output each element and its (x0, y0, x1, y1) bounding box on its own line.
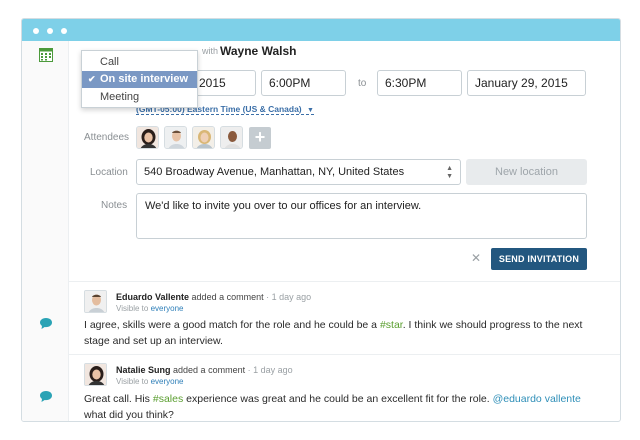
comment-author[interactable]: Natalie Sung (116, 365, 171, 375)
window-dot[interactable] (47, 28, 53, 34)
notes-textarea[interactable]: We'd like to invite you over to our offi… (136, 193, 587, 239)
hashtag-link[interactable]: #star (380, 319, 403, 331)
new-location-button[interactable]: New location (466, 159, 587, 185)
comment-action: added a comment (173, 365, 246, 375)
comment-bubble-icon (39, 317, 53, 335)
meeting-type-option-selected[interactable]: ✔ On site interview (82, 71, 197, 88)
meeting-type-option[interactable]: Meeting (82, 89, 197, 106)
visibility-prefix: Visible to (116, 377, 149, 386)
comment-time: 1 day ago (253, 365, 293, 375)
comment-body: I agree, skills were a good match for th… (84, 317, 584, 349)
comment-header: Natalie Sung added a comment · 1 day ago (116, 365, 293, 375)
start-time-field[interactable]: 6:00PM (261, 70, 346, 96)
hashtag-link[interactable]: #sales (153, 393, 183, 405)
avatar (84, 363, 107, 386)
comment-body: Great call. His #sales experience was gr… (84, 391, 584, 421)
attendee-avatar[interactable] (136, 126, 159, 149)
attendee-avatar[interactable] (192, 126, 215, 149)
calendar-icon (39, 48, 53, 67)
comment-text: experience was great and he could be an … (183, 393, 493, 405)
comment-author[interactable]: Eduardo Vallente (116, 292, 189, 302)
location-select[interactable]: 540 Broadway Avenue, Manhattan, NY, Unit… (136, 159, 461, 185)
end-date-field[interactable]: January 29, 2015 (467, 70, 586, 96)
avatar (84, 290, 107, 313)
end-time-field[interactable]: 6:30PM (377, 70, 462, 96)
comment-item: Eduardo Vallente added a comment · 1 day… (69, 281, 620, 353)
attendee-avatar[interactable] (164, 126, 187, 149)
location-value: 540 Broadway Avenue, Manhattan, NY, Unit… (144, 166, 405, 178)
option-label: On site interview (100, 73, 189, 85)
comment-time: 1 day ago (271, 292, 312, 302)
to-label: to (358, 78, 367, 89)
mention-link[interactable]: @eduardo vallente (493, 393, 581, 405)
updown-arrows-icon: ▲ ▼ (446, 165, 453, 180)
start-date-value: 2015 (199, 76, 226, 90)
notes-label: Notes (101, 200, 128, 211)
comment-bubble-icon (39, 390, 53, 408)
close-icon[interactable]: ✕ (471, 251, 481, 265)
comment-text: what did you think? (84, 409, 174, 421)
option-label: Meeting (100, 91, 140, 103)
check-icon: ✔ (88, 74, 96, 84)
visibility-link[interactable]: everyone (151, 304, 184, 313)
visibility-prefix: Visible to (116, 304, 149, 313)
window-dot[interactable] (61, 28, 67, 34)
location-label: Location (90, 167, 128, 178)
comment-text: I agree, skills were a good match for th… (84, 319, 380, 331)
option-label: Call (100, 56, 119, 68)
comment-visibility: Visible to everyone (116, 304, 183, 313)
with-label: with (202, 46, 219, 56)
meeting-type-option[interactable]: Call (82, 54, 197, 71)
window-dot[interactable] (33, 28, 39, 34)
attendees-label: Attendees (84, 132, 130, 143)
comment-visibility: Visible to everyone (116, 377, 183, 386)
attendee-avatar[interactable] (220, 126, 243, 149)
comment-header: Eduardo Vallente added a comment · 1 day… (116, 292, 312, 302)
comment-item: Natalie Sung added a comment · 1 day ago… (69, 354, 620, 421)
send-invitation-button[interactable]: SEND INVITATION (491, 248, 587, 270)
candidate-name: Wayne Walsh (220, 44, 297, 58)
visibility-link[interactable]: everyone (151, 377, 184, 386)
left-rail (22, 41, 69, 421)
comment-text: Great call. His (84, 393, 153, 405)
meeting-type-dropdown: Call ✔ On site interview Meeting (81, 50, 198, 108)
caret-down-icon: ▼ (307, 107, 314, 114)
add-attendee-button[interactable]: + (249, 127, 271, 149)
window-titlebar (22, 19, 620, 41)
comment-action: added a comment (191, 292, 264, 302)
